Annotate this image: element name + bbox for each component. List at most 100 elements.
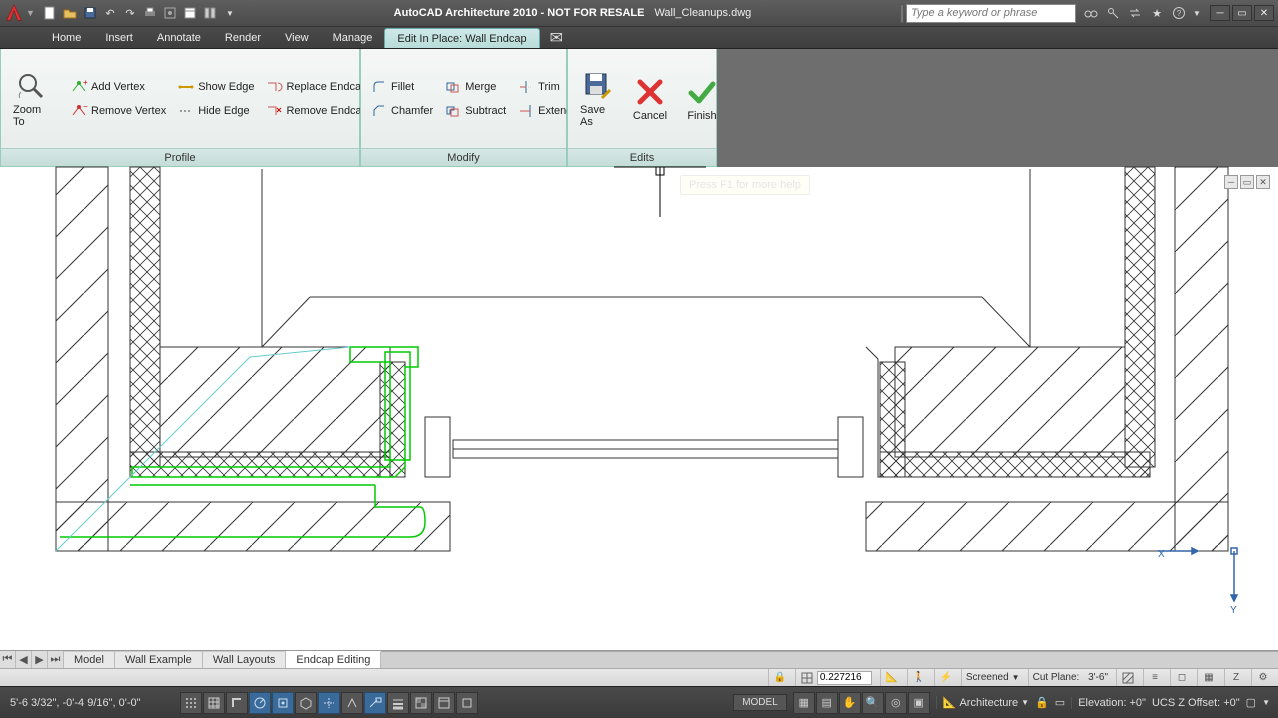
- dyn-toggle[interactable]: [364, 692, 386, 714]
- fill-toggle-segment[interactable]: ▦: [1197, 669, 1220, 686]
- qp-toggle[interactable]: [433, 692, 455, 714]
- tab-annotate[interactable]: Annotate: [145, 27, 213, 48]
- tab-render[interactable]: Render: [213, 27, 273, 48]
- viewport-min-icon[interactable]: ─: [1224, 175, 1238, 189]
- add-vertex-button[interactable]: +Add Vertex: [67, 76, 170, 98]
- layout-tab-model[interactable]: Model: [64, 651, 115, 668]
- zoom-to-button[interactable]: Zoom To: [7, 68, 55, 130]
- tab-edit-in-place[interactable]: Edit In Place: Wall Endcap: [384, 28, 539, 48]
- search-handle-icon[interactable]: [900, 4, 904, 23]
- scale-input[interactable]: [817, 671, 872, 685]
- surface-hatch-segment[interactable]: [1116, 669, 1139, 686]
- tab-manage[interactable]: Manage: [321, 27, 385, 48]
- statusbar-menu-icon[interactable]: ▼: [1262, 698, 1270, 707]
- drawing-area[interactable]: X Y Press F1 for more help ─ ▭ ✕: [0, 167, 1278, 650]
- help-icon[interactable]: ?: [1170, 4, 1188, 22]
- auto-scale-segment[interactable]: ⚡: [934, 669, 957, 686]
- remove-endcap-button[interactable]: Remove Endcap: [262, 100, 371, 122]
- layout-tab-endcap-editing[interactable]: Endcap Editing: [286, 651, 381, 668]
- ducs-toggle[interactable]: [341, 692, 363, 714]
- open-icon[interactable]: [61, 4, 79, 22]
- cut-plane-segment[interactable]: Cut Plane: 3'-6": [1028, 669, 1112, 686]
- annotation-scale-icon[interactable]: 📐: [943, 696, 957, 709]
- polar-toggle[interactable]: [249, 692, 271, 714]
- viewport-close-icon[interactable]: ✕: [1256, 175, 1270, 189]
- human-scale-segment[interactable]: 🚶: [907, 669, 930, 686]
- tab-prev-icon[interactable]: ◀: [16, 651, 32, 668]
- tab-home[interactable]: Home: [40, 27, 93, 48]
- viewport-restore-icon[interactable]: ▭: [1240, 175, 1254, 189]
- lineweight-toggle[interactable]: [387, 692, 409, 714]
- tab-view[interactable]: View: [273, 27, 321, 48]
- layout-tab-wall-layouts[interactable]: Wall Layouts: [203, 651, 287, 668]
- merge-button[interactable]: Merge: [441, 76, 510, 98]
- tab-first-icon[interactable]: ⏮: [0, 651, 16, 668]
- unit-segment[interactable]: ◻: [1170, 669, 1193, 686]
- help-dropdown-icon[interactable]: ▼: [1192, 4, 1202, 22]
- subtract-button[interactable]: Subtract: [441, 100, 510, 122]
- match-icon[interactable]: [201, 4, 219, 22]
- workspace-lock-icon[interactable]: 🔒: [1035, 696, 1049, 709]
- toolbar-position-icon[interactable]: ▭: [1055, 696, 1065, 709]
- steering-wheel-icon[interactable]: ◎: [885, 692, 907, 714]
- 3dosnap-toggle[interactable]: [295, 692, 317, 714]
- snap-toggle[interactable]: [180, 692, 202, 714]
- binoculars-icon[interactable]: [1082, 4, 1100, 22]
- cancel-button[interactable]: Cancel: [626, 74, 674, 124]
- hide-edge-button[interactable]: Hide Edge: [174, 100, 258, 122]
- replace-endcap-button[interactable]: Replace Endcap: [262, 76, 371, 98]
- search-input[interactable]: [906, 4, 1076, 23]
- plot-preview-icon[interactable]: [161, 4, 179, 22]
- mail-icon[interactable]: ✉: [540, 27, 573, 48]
- zoom-icon[interactable]: 🔍: [862, 692, 884, 714]
- pan-icon[interactable]: ✋: [839, 692, 861, 714]
- save-as-button[interactable]: Save As: [574, 68, 622, 130]
- finish-button[interactable]: Finish: [678, 74, 726, 124]
- sc-toggle[interactable]: [456, 692, 478, 714]
- new-icon[interactable]: [41, 4, 59, 22]
- tab-insert[interactable]: Insert: [93, 27, 145, 48]
- visual-style-segment[interactable]: Screened▼: [961, 669, 1024, 686]
- lock-toggle[interactable]: 🔒: [768, 669, 791, 686]
- save-icon[interactable]: [81, 4, 99, 22]
- quickview-layouts-icon[interactable]: ▦: [793, 692, 815, 714]
- close-button[interactable]: ✕: [1254, 5, 1274, 21]
- minimize-button[interactable]: ─: [1210, 5, 1230, 21]
- tab-last-icon[interactable]: ⏭: [48, 651, 64, 668]
- properties-icon[interactable]: [181, 4, 199, 22]
- layer-key-segment[interactable]: ≡: [1143, 669, 1166, 686]
- model-paper-button[interactable]: MODEL: [733, 694, 787, 711]
- app-menu-arrow-icon[interactable]: ▼: [26, 8, 35, 18]
- otrack-toggle[interactable]: [318, 692, 340, 714]
- favorite-icon[interactable]: ★: [1148, 4, 1166, 22]
- redo-icon[interactable]: ↷: [121, 4, 139, 22]
- fillet-button[interactable]: Fillet: [367, 76, 437, 98]
- print-icon[interactable]: [141, 4, 159, 22]
- grid-toggle[interactable]: [203, 692, 225, 714]
- options-gear-segment[interactable]: ⚙: [1251, 669, 1274, 686]
- annoscale-segment[interactable]: 📐: [880, 669, 903, 686]
- maximize-button[interactable]: ▭: [1232, 5, 1252, 21]
- ortho-toggle[interactable]: [226, 692, 248, 714]
- remove-vertex-button[interactable]: −Remove Vertex: [67, 100, 170, 122]
- scale-segment[interactable]: [795, 669, 876, 686]
- osnap-toggle[interactable]: [272, 692, 294, 714]
- tab-next-icon[interactable]: ▶: [32, 651, 48, 668]
- showmotion-icon[interactable]: ▣: [908, 692, 930, 714]
- key-icon[interactable]: [1104, 4, 1122, 22]
- layout-scrollbar[interactable]: [381, 651, 1278, 668]
- app-logo[interactable]: [0, 0, 28, 27]
- replace-z-segment[interactable]: Z: [1224, 669, 1247, 686]
- qat-dropdown-icon[interactable]: ▼: [221, 4, 239, 22]
- clean-screen-icon[interactable]: ▢: [1246, 696, 1256, 709]
- chamfer-button[interactable]: Chamfer: [367, 100, 437, 122]
- quickview-drawings-icon[interactable]: ▤: [816, 692, 838, 714]
- ucs-z-value[interactable]: +0": [1223, 697, 1239, 709]
- workspace-label[interactable]: Architecture: [959, 697, 1018, 709]
- exchange-icon[interactable]: [1126, 4, 1144, 22]
- elevation-value[interactable]: +0": [1130, 697, 1146, 709]
- layout-tab-wall-example[interactable]: Wall Example: [115, 651, 203, 668]
- show-edge-button[interactable]: Show Edge: [174, 76, 258, 98]
- undo-icon[interactable]: ↶: [101, 4, 119, 22]
- transparency-toggle[interactable]: [410, 692, 432, 714]
